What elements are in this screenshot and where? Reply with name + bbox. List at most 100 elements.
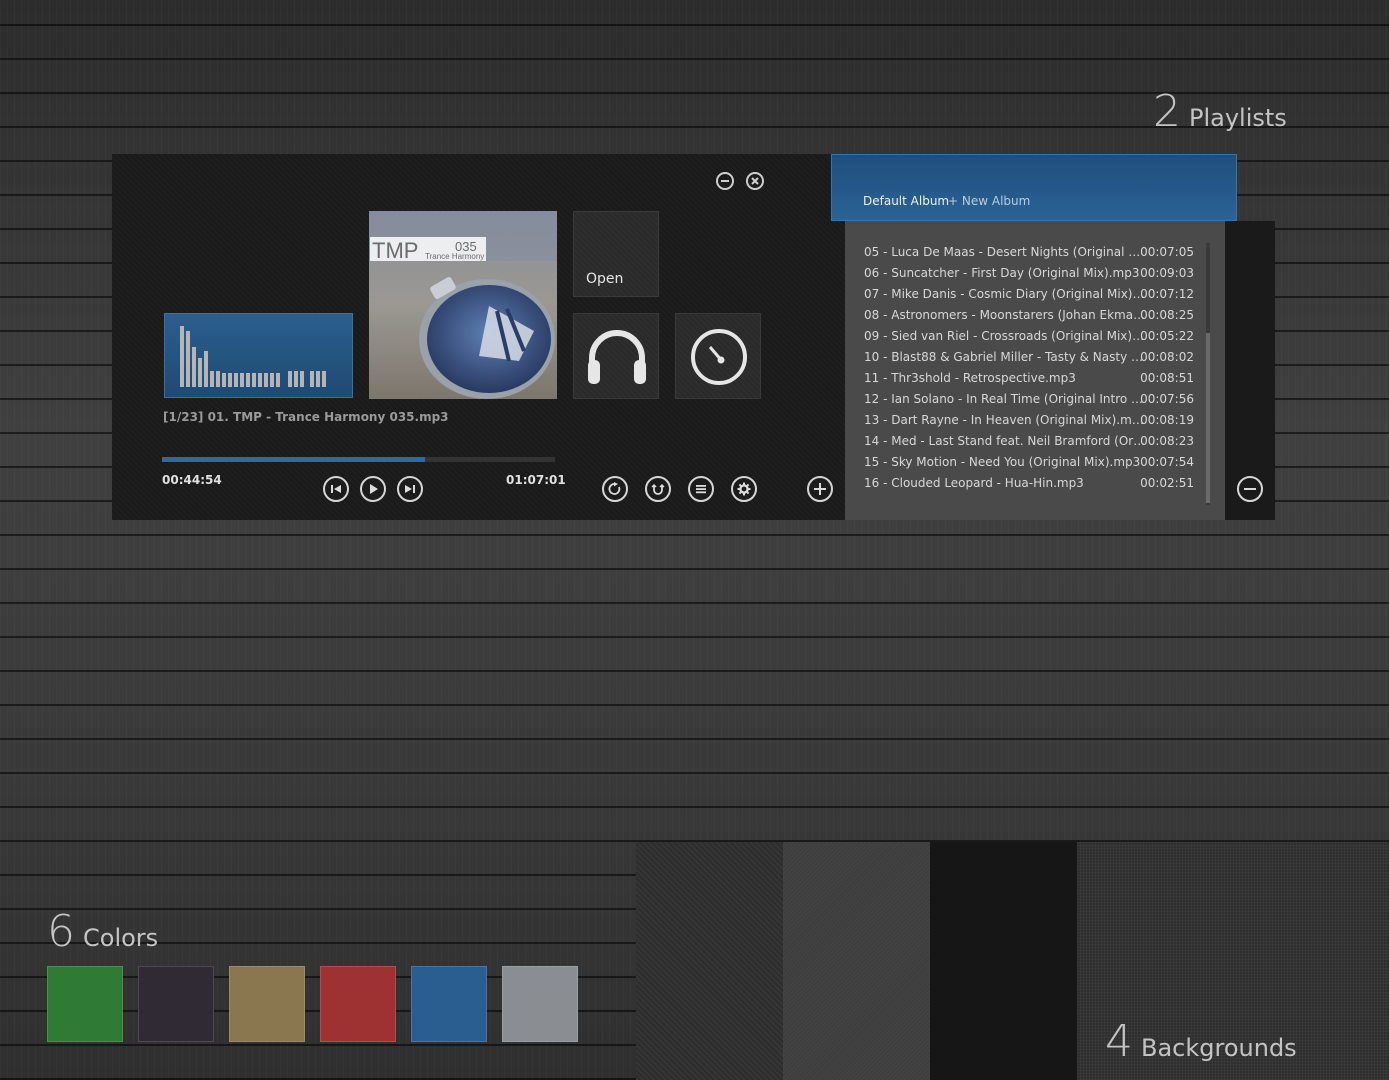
playlist-row-duration: 00:08:25 [1140,308,1194,322]
visualizer-bar [294,371,298,387]
album-art-subtitle: Trance Harmony [425,252,484,261]
playlist-row[interactable]: 13 - Dart Rayne - In Heaven (Original Mi… [864,410,1194,431]
colors-heading: 6 Colors [47,906,158,957]
playlist-row-title: 14 - Med - Last Stand feat. Neil Bramfor… [864,434,1146,448]
playlists-word: Playlists [1189,104,1287,132]
visualizer-bar [234,373,238,387]
visualizer-bar [316,371,320,387]
color-swatch[interactable] [47,966,123,1042]
playlist-row-duration: 00:05:22 [1140,329,1194,343]
color-swatch[interactable] [138,966,214,1042]
visualizer-bar [288,371,292,387]
plus-icon [814,483,826,495]
visualizer-bar [192,347,196,387]
background-sample-2 [783,842,930,1080]
backgrounds-heading: 4 Backgrounds [1105,1016,1297,1067]
settings-button[interactable] [731,476,757,502]
backgrounds-count: 4 [1105,1016,1133,1067]
now-playing-title: [1/23] 01. TMP - Trance Harmony 035.mp3 [163,410,449,424]
minus-icon [1244,488,1256,490]
playlist-row[interactable]: 12 - Ian Solano - In Real Time (Original… [864,389,1194,410]
remove-track-button[interactable] [1237,476,1263,502]
playlist-row-title: 09 - Sied van Riel - Crossroads (Origina… [864,329,1146,343]
playlist-row[interactable]: 10 - Blast88 & Gabriel Miller - Tasty & … [864,347,1194,368]
spectrum-visualizer [164,313,353,398]
repeat-icon [608,482,621,495]
previous-button[interactable] [323,476,349,502]
visualizer-bar [310,371,314,387]
playlist-row[interactable]: 11 - Thr3shold - Retrospective.mp3 00:08:… [864,368,1194,389]
playlist-toggle-button[interactable] [688,476,714,502]
visualizer-bar [252,373,256,387]
playlist-row-title: 08 - Astronomers - Moonstarers (Johan Ek… [864,308,1146,322]
visualizer-bar [322,371,326,387]
playlist-row-duration: 00:08:23 [1140,434,1194,448]
skip-previous-icon [331,485,341,493]
visualizer-bar [198,358,202,387]
shuffle-button[interactable] [645,476,671,502]
playlist-row-duration: 00:09:03 [1140,266,1194,280]
play-icon [370,484,378,494]
color-swatch[interactable] [411,966,487,1042]
playlist-row[interactable]: 15 - Sky Motion - Need You (Original Mix… [864,452,1194,473]
visualizer-bar [180,326,184,387]
visualizer-bar [228,373,232,387]
playlist-scrollbar[interactable] [1206,243,1210,505]
colors-word: Colors [83,924,159,952]
playlist-scrollbar-thumb[interactable] [1206,333,1210,503]
album-art-brand: TMP [372,238,418,263]
playlist-row-title: 10 - Blast88 & Gabriel Miller - Tasty & … [864,350,1146,364]
minimize-button[interactable] [716,172,734,190]
visualizer-bar [300,371,304,387]
playlist-row-duration: 00:08:19 [1140,413,1194,427]
visualizer-bar [240,373,244,387]
playlist-row[interactable]: 05 - Luca De Maas - Desert Nights (Origi… [864,242,1194,263]
headphones-tile[interactable] [573,313,659,399]
dial-tile[interactable] [675,313,761,399]
visualizer-bar [210,371,214,387]
tab-default-album[interactable]: Default Album [863,194,949,208]
total-time: 01:07:01 [506,473,566,487]
minus-icon [721,180,729,182]
playlist-row-duration: 00:08:02 [1140,350,1194,364]
playlist-row[interactable]: 09 - Sied van Riel - Crossroads (Origina… [864,326,1194,347]
elapsed-time: 00:44:54 [162,473,222,487]
seek-bar[interactable] [162,457,555,462]
next-button[interactable] [397,476,423,502]
playlist-row-title: 11 - Thr3shold - Retrospective.mp3 [864,371,1076,385]
color-swatch[interactable] [320,966,396,1042]
playlist-header [831,154,1237,221]
playlist-row[interactable]: 16 - Clouded Leopard - Hua-Hin.mp3 00:02:… [864,473,1194,494]
open-label: Open [586,271,624,287]
background-sample-1 [636,842,783,1080]
play-button[interactable] [360,476,386,502]
color-swatch[interactable] [502,966,578,1042]
playlist-row-duration: 00:07:56 [1140,392,1194,406]
playlist-row-title: 07 - Mike Danis - Cosmic Diary (Original… [864,287,1146,301]
close-button[interactable] [746,172,764,190]
playlist-row-duration: 00:08:51 [1140,371,1194,385]
add-track-button[interactable] [807,476,833,502]
playlist-row-title: 15 - Sky Motion - Need You (Original Mix… [864,455,1141,469]
playlist-row-duration: 00:02:51 [1140,476,1194,490]
tab-new-album[interactable]: + New Album [948,194,1030,208]
visualizer-bar [216,371,220,387]
playlist-row-title: 13 - Dart Rayne - In Heaven (Original Mi… [864,413,1146,427]
playlist-row-title: 16 - Clouded Leopard - Hua-Hin.mp3 [864,476,1084,490]
playlist-row[interactable]: 14 - Med - Last Stand feat. Neil Bramfor… [864,431,1194,452]
playlist-row[interactable]: 07 - Mike Danis - Cosmic Diary (Original… [864,284,1194,305]
open-tile[interactable]: Open [573,211,659,297]
visualizer-bar [258,373,262,387]
visualizer-bar [270,373,274,387]
colors-count: 6 [47,906,75,957]
color-swatch[interactable] [229,966,305,1042]
playlist-row-duration: 00:07:54 [1140,455,1194,469]
album-art: TMP 035 Trance Harmony [369,211,557,399]
repeat-button[interactable] [602,476,628,502]
playlist-row-duration: 00:07:12 [1140,287,1194,301]
skip-next-icon [405,485,415,493]
playlist-row[interactable]: 06 - Suncatcher - First Day (Original Mi… [864,263,1194,284]
playlist-row[interactable]: 08 - Astronomers - Moonstarers (Johan Ek… [864,305,1194,326]
playlist-row-title: 12 - Ian Solano - In Real Time (Original… [864,392,1146,406]
visualizer-bar [246,373,250,387]
